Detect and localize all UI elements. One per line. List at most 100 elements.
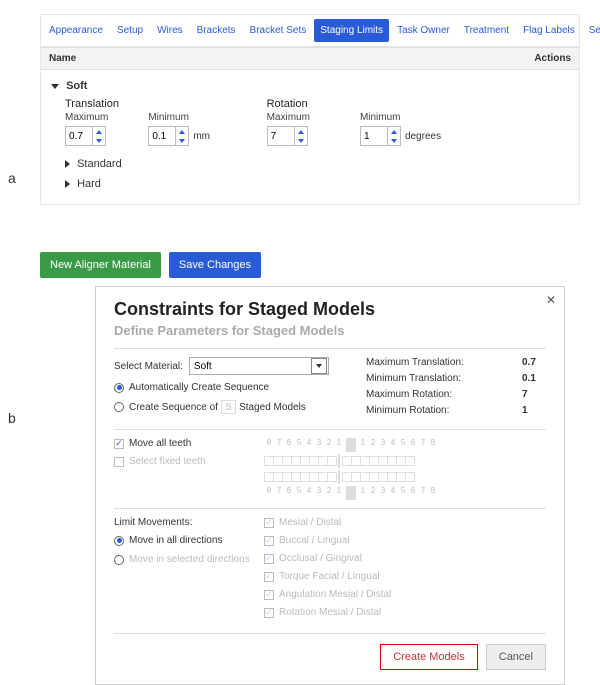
- spin-down-icon[interactable]: [93, 136, 105, 145]
- create-models-button[interactable]: Create Models: [380, 644, 478, 670]
- radio-move-selected-directions[interactable]: [114, 555, 124, 565]
- translation-label: Translation: [65, 98, 267, 110]
- material-label: Hard: [77, 178, 101, 190]
- material-row-standard[interactable]: Standard: [51, 154, 569, 174]
- tab-flag-labels[interactable]: Flag Labels: [517, 19, 581, 42]
- spin-up-icon[interactable]: [176, 127, 188, 136]
- limit-label: Angulation Mesial / Distal: [279, 589, 391, 600]
- dialog-subtitle: Define Parameters for Staged Models: [114, 323, 546, 338]
- limit-label: Occlusal / Gingival: [279, 553, 362, 564]
- tooth-cell[interactable]: [327, 456, 337, 466]
- tab-search[interactable]: Search: [583, 19, 600, 42]
- tooth-cell[interactable]: [405, 472, 415, 482]
- check-limit[interactable]: [264, 554, 274, 564]
- figure-label-b: b: [8, 410, 16, 426]
- tab-appearance[interactable]: Appearance: [43, 19, 109, 42]
- kv-min-trans-value: 0.1: [522, 373, 546, 384]
- table-header: Name Actions: [41, 47, 579, 70]
- check-limit[interactable]: [264, 536, 274, 546]
- limit-label: Buccal / Lingual: [279, 535, 350, 546]
- new-aligner-material-button[interactable]: New Aligner Material: [40, 252, 161, 278]
- material-select[interactable]: [189, 357, 329, 375]
- rot-unit: degrees: [405, 131, 441, 142]
- limit-label: Torque Facial / Lingual: [279, 571, 380, 582]
- kv-max-rot-value: 7: [522, 389, 546, 400]
- move-selected-directions-label: Move in selected directions: [129, 554, 250, 565]
- check-limit[interactable]: [264, 572, 274, 582]
- figure-label-a: a: [8, 170, 16, 186]
- trans-max-input[interactable]: [66, 129, 92, 144]
- save-changes-button[interactable]: Save Changes: [169, 252, 261, 278]
- rot-min-input[interactable]: [361, 129, 387, 144]
- button-bar: New Aligner Material Save Changes: [40, 252, 261, 278]
- spin-down-icon[interactable]: [388, 136, 400, 145]
- radio-auto-sequence[interactable]: [114, 383, 124, 393]
- kv-max-trans-value: 0.7: [522, 357, 546, 368]
- chevron-right-icon: [65, 180, 70, 188]
- col-name: Name: [49, 53, 511, 64]
- material-row-soft[interactable]: Soft: [51, 76, 569, 96]
- limit-movements-label: Limit Movements:: [114, 517, 192, 528]
- tab-bracket-sets[interactable]: Bracket Sets: [244, 19, 313, 42]
- rot-max-input[interactable]: [268, 129, 294, 144]
- tooth-cell[interactable]: [327, 472, 337, 482]
- rot-min-spinner[interactable]: [360, 126, 401, 146]
- kv-min-rot-value: 1: [522, 405, 546, 416]
- trans-min-label: Minimum: [148, 112, 210, 123]
- check-select-fixed-teeth[interactable]: [114, 457, 124, 467]
- seq-count-input[interactable]: 5: [221, 400, 237, 414]
- settings-panel: Appearance Setup Wires Brackets Bracket …: [40, 14, 580, 205]
- check-limit[interactable]: [264, 518, 274, 528]
- tab-setup[interactable]: Setup: [111, 19, 149, 42]
- check-move-all-teeth[interactable]: [114, 439, 124, 449]
- dialog-title: Constraints for Staged Models: [114, 299, 546, 320]
- spin-down-icon[interactable]: [295, 136, 307, 145]
- tooth-cell[interactable]: [405, 456, 415, 466]
- select-fixed-teeth-label: Select fixed teeth: [129, 456, 206, 467]
- col-actions: Actions: [511, 53, 571, 64]
- material-row-hard[interactable]: Hard: [51, 174, 569, 194]
- move-all-directions-label: Move in all directions: [129, 535, 222, 546]
- trans-min-input[interactable]: [149, 129, 175, 144]
- chevron-right-icon: [65, 160, 70, 168]
- kv-min-trans-label: Minimum Translation:: [366, 373, 522, 384]
- limit-label: Rotation Mesial / Distal: [279, 607, 381, 618]
- cancel-button[interactable]: Cancel: [486, 644, 546, 670]
- material-label: Soft: [66, 80, 87, 92]
- radio-auto-sequence-label: Automatically Create Sequence: [129, 382, 269, 393]
- chevron-down-icon[interactable]: [311, 358, 327, 374]
- spin-up-icon[interactable]: [93, 127, 105, 136]
- limit-label: Mesial / Distal: [279, 517, 341, 528]
- spin-down-icon[interactable]: [176, 136, 188, 145]
- trans-max-label: Maximum: [65, 112, 108, 123]
- tab-task-owner[interactable]: Task Owner: [391, 19, 456, 42]
- close-icon[interactable]: ✕: [546, 293, 556, 307]
- check-limit[interactable]: [264, 590, 274, 600]
- trans-min-spinner[interactable]: [148, 126, 189, 146]
- material-select-input[interactable]: [190, 360, 310, 373]
- kv-min-rot-label: Minimum Rotation:: [366, 405, 522, 416]
- select-material-label: Select Material:: [114, 361, 183, 372]
- spin-up-icon[interactable]: [388, 127, 400, 136]
- rotation-label: Rotation: [267, 98, 469, 110]
- tab-wires[interactable]: Wires: [151, 19, 189, 42]
- check-limit[interactable]: [264, 608, 274, 618]
- kv-max-rot-label: Maximum Rotation:: [366, 389, 522, 400]
- material-label: Standard: [77, 158, 122, 170]
- summary-values: Maximum Translation:0.7 Minimum Translat…: [366, 357, 546, 421]
- radio-create-sequence[interactable]: [114, 402, 124, 412]
- radio-seq-suffix: Staged Models: [239, 402, 306, 413]
- spin-up-icon[interactable]: [295, 127, 307, 136]
- trans-max-spinner[interactable]: [65, 126, 106, 146]
- tab-brackets[interactable]: Brackets: [191, 19, 242, 42]
- tab-staging-limits[interactable]: Staging Limits: [314, 19, 389, 42]
- tab-treatment[interactable]: Treatment: [458, 19, 515, 42]
- rot-min-label: Minimum: [360, 112, 441, 123]
- tabbar: Appearance Setup Wires Brackets Bracket …: [41, 15, 579, 47]
- teeth-selector: 8765432112345678 8765432112345678: [264, 438, 546, 500]
- radio-seq-prefix: Create Sequence of: [129, 402, 218, 413]
- kv-max-trans-label: Maximum Translation:: [366, 357, 522, 368]
- rot-max-spinner[interactable]: [267, 126, 308, 146]
- constraints-dialog: ✕ Constraints for Staged Models Define P…: [95, 286, 565, 685]
- radio-move-all-directions[interactable]: [114, 536, 124, 546]
